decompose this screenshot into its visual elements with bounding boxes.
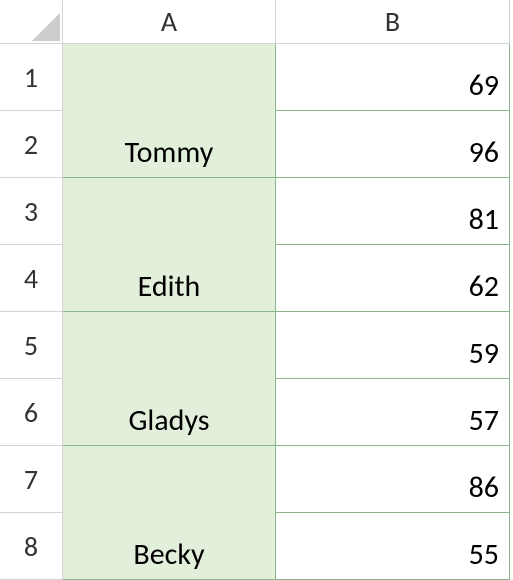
row-header-6[interactable]: 6	[0, 379, 63, 446]
column-header-b[interactable]: B	[276, 0, 510, 44]
cell-b4[interactable]: 62	[276, 245, 510, 312]
row-header-3[interactable]: 3	[0, 178, 63, 245]
cell-b6[interactable]: 57	[276, 379, 510, 446]
select-all-corner[interactable]	[0, 0, 63, 44]
cell-b8[interactable]: 55	[276, 513, 510, 580]
row-header-7[interactable]: 7	[0, 446, 63, 513]
row-header-1[interactable]: 1	[0, 44, 63, 111]
cell-a3-a4[interactable]: Edith	[63, 178, 276, 312]
spreadsheet-grid[interactable]: A B 1 Tommy 69 2 96 3 Edith 81 4 62 5 Gl…	[0, 0, 513, 580]
cell-b5[interactable]: 59	[276, 312, 510, 379]
row-header-5[interactable]: 5	[0, 312, 63, 379]
select-all-triangle-icon	[32, 13, 60, 41]
cell-b2[interactable]: 96	[276, 111, 510, 178]
row-header-2[interactable]: 2	[0, 111, 63, 178]
cell-b7[interactable]: 86	[276, 446, 510, 513]
cell-b3[interactable]: 81	[276, 178, 510, 245]
row-header-8[interactable]: 8	[0, 513, 63, 580]
cell-a5-a6[interactable]: Gladys	[63, 312, 276, 446]
row-header-4[interactable]: 4	[0, 245, 63, 312]
cell-a7-a8[interactable]: Becky	[63, 446, 276, 580]
cell-a1-a2[interactable]: Tommy	[63, 44, 276, 178]
column-header-a[interactable]: A	[63, 0, 276, 44]
cell-b1[interactable]: 69	[276, 44, 510, 111]
